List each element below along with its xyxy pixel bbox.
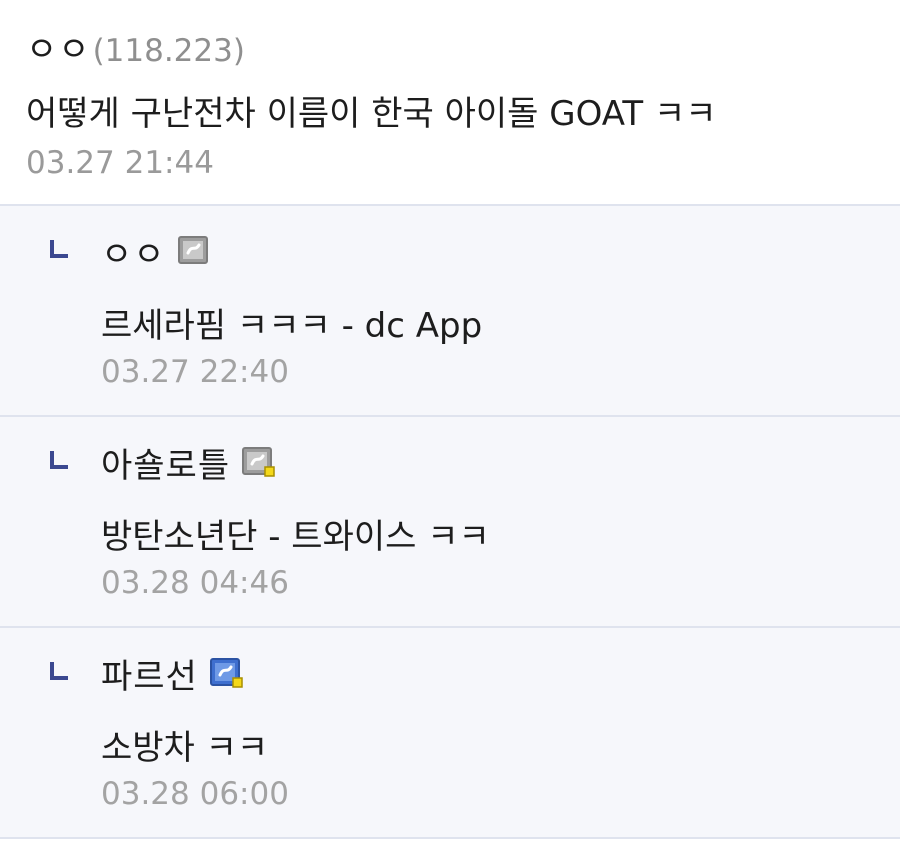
gallog-blue-fixed-icon[interactable] <box>209 658 244 688</box>
reply-nickname[interactable]: ㅇㅇ <box>101 227 166 276</box>
reply-text: 르세라핌 ㅋㅋㅋ - dc App <box>101 306 483 346</box>
reply-arrow-icon <box>50 662 68 680</box>
reply-header: 파르선 <box>101 648 244 698</box>
reply-item: 아숄로틀 방탄소년단 - 트와이스 ㅋㅋ 03.28 04:46 <box>0 417 900 628</box>
reply-text: 소방차 ㅋㅋ <box>101 728 269 768</box>
gallog-gray-icon[interactable] <box>177 236 212 266</box>
comment-nickname[interactable]: ㅇㅇ <box>26 22 91 71</box>
comment-text: 어떻게 구난전차 이름이 한국 아이돌 GOAT ㅋㅋ <box>26 94 717 134</box>
gallog-gray-fixed-icon[interactable] <box>242 447 276 477</box>
comment-header: ㅇㅇ (118.223) <box>26 22 245 70</box>
reply-item: 파르선 소방차 ㅋㅋ 03.28 06:00 <box>0 628 900 839</box>
reply-text: 방탄소년단 - 트와이스 ㅋㅋ <box>101 517 490 557</box>
reply-date: 03.27 22:40 <box>101 354 289 390</box>
reply-nickname[interactable]: 아숄로틀 <box>101 438 230 487</box>
reply-item: ㅇㅇ 르세라핌 ㅋㅋㅋ - dc App 03.27 22:40 <box>0 206 900 417</box>
reply-date: 03.28 04:46 <box>101 565 289 601</box>
reply-header: 아숄로틀 <box>101 437 276 487</box>
comment-date: 03.27 21:44 <box>26 145 214 181</box>
reply-nickname[interactable]: 파르선 <box>101 649 198 698</box>
reply-date: 03.28 06:00 <box>101 776 289 812</box>
reply-header: ㅇㅇ <box>101 226 212 276</box>
reply-arrow-icon <box>50 240 68 258</box>
comment-ip: (118.223) <box>92 33 245 69</box>
reply-arrow-icon <box>50 451 68 469</box>
comment: ㅇㅇ (118.223) 어떻게 구난전차 이름이 한국 아이돌 GOAT ㅋㅋ… <box>0 0 900 206</box>
